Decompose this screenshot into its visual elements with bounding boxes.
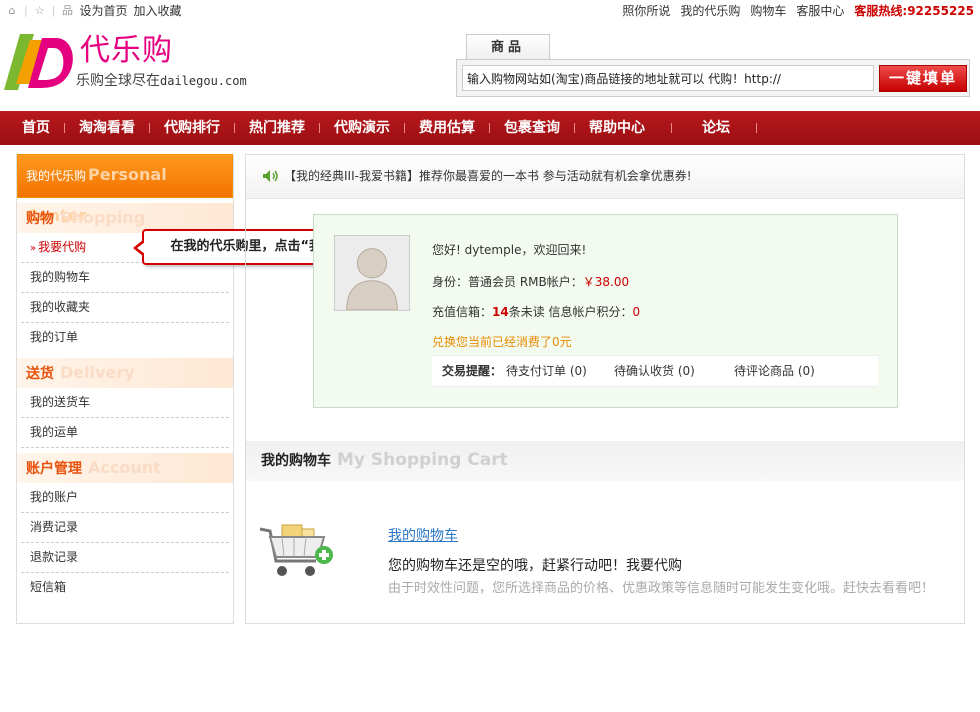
account-balance: ￥38.00 xyxy=(582,275,630,289)
nav-hot[interactable]: 热门推荐 xyxy=(235,111,319,145)
notice-bar: 【我的经典III-我爱书籍】推荐你最喜爱的一本书 参与活动就有机会拿优惠券! xyxy=(246,155,964,199)
pending-payment-link[interactable]: 待支付订单 (0) xyxy=(506,356,587,386)
logo-icon[interactable] xyxy=(4,34,76,90)
set-home-link[interactable]: 设为首页 xyxy=(79,2,127,19)
nav-home[interactable]: 首页 xyxy=(8,111,64,145)
cart-section-header: 我的购物车 My Shopping Cart xyxy=(246,441,964,481)
sidebar-header-title: 我的代乐购 xyxy=(26,169,87,183)
quick-fill-button[interactable]: 一键填单 xyxy=(879,65,967,92)
pending-review-link[interactable]: 待评论商品 (0) xyxy=(734,356,815,386)
top-bar-left: ⌂ | ☆ | 品 设为首页 加入收藏 xyxy=(6,2,182,19)
trade-label: 交易提醒： xyxy=(442,364,503,378)
top-link-guide[interactable]: 照你所说 xyxy=(622,2,670,19)
inbox-label: 充值信箱： xyxy=(432,305,493,319)
sidebar-item-cart[interactable]: 我的购物车 xyxy=(21,263,229,293)
shopping-cart-icon xyxy=(259,524,333,576)
sidebar-item-waybills[interactable]: 我的运单 xyxy=(21,418,229,448)
section-title: 购物 xyxy=(26,211,54,227)
slogan: 乐购全球尽在dailegou.com xyxy=(76,72,247,90)
home-icon[interactable]: ⌂ xyxy=(6,4,18,17)
avatar[interactable] xyxy=(334,235,410,311)
main-nav: 首页 淘淘看看 代购排行 热门推荐 代购演示 费用估算 包裹查询 帮助中心 论坛 xyxy=(0,111,980,145)
sidebar-section-account: 账户管理 Account xyxy=(17,453,233,483)
nav-estimate[interactable]: 费用估算 xyxy=(405,111,489,145)
slogan-text: 乐购全球尽在 xyxy=(76,73,160,89)
identity-label: 身份：普通会员 RMB帐户： xyxy=(432,275,583,289)
my-cart-link[interactable]: 我的购物车 xyxy=(388,525,458,545)
section-subtitle: Shopping xyxy=(60,208,146,227)
sidebar-item-delivery-cart[interactable]: 我的送货车 xyxy=(21,388,229,418)
user-inbox: 充值信箱：14条未读 信息帐户积分：0 xyxy=(432,303,640,320)
section-subtitle: Delivery xyxy=(60,363,135,382)
divider: | xyxy=(51,4,56,17)
top-link-service[interactable]: 客服中心 xyxy=(796,2,844,19)
favorite-icon[interactable]: ☆ xyxy=(34,4,46,17)
sidebar-header: 我的代乐购Personal Center xyxy=(17,154,233,225)
nav-parcel[interactable]: 包裹查询 xyxy=(490,111,574,145)
cart-title: 我的购物车 xyxy=(261,453,331,469)
user-greeting: 您好! dytemple，欢迎回来! xyxy=(432,243,587,257)
speaker-icon xyxy=(263,170,278,182)
sidebar: 我的代乐购Personal Center 购物 Shopping »我要代购 我的… xyxy=(16,154,234,624)
section-subtitle: Account xyxy=(88,458,161,477)
nav-forum[interactable]: 论坛 xyxy=(672,111,756,145)
user-info-box: 您好! dytemple，欢迎回来! 身份：普通会员 RMB帐户：￥38.00 … xyxy=(313,214,898,408)
exchange-info[interactable]: 兑换您当前已经消费了0元 xyxy=(432,333,572,350)
sidebar-item-spending-records[interactable]: 消费记录 xyxy=(21,513,229,543)
unread-count[interactable]: 14 xyxy=(492,305,509,319)
sidebar-section-delivery: 送货 Delivery xyxy=(17,358,233,388)
notice-text[interactable]: 【我的经典III-我爱书籍】推荐你最喜爱的一本书 参与活动就有机会拿优惠券! xyxy=(284,169,692,183)
top-link-cart[interactable]: 购物车 xyxy=(750,2,786,19)
brand-name: 代乐购 xyxy=(80,33,173,68)
nav-help[interactable]: 帮助中心 xyxy=(575,111,671,145)
trade-reminder: 交易提醒： 待支付订单 (0) 待确认收货 (0) 待评论商品 (0) xyxy=(432,355,878,387)
bookmark-link[interactable]: 加入收藏 xyxy=(133,2,181,19)
top-bar: ⌂ | ☆ | 品 设为首页 加入收藏 照你所说 我的代乐购 购物车 客服中心 客服… xyxy=(0,0,980,20)
pending-receipt-link[interactable]: 待确认收货 (0) xyxy=(614,356,695,386)
product-url-input[interactable] xyxy=(462,65,874,91)
nav-divider xyxy=(756,123,757,133)
domain-text: dailegou.com xyxy=(160,74,247,88)
inbox-suffix: 条未读 信息帐户积分： xyxy=(508,305,633,319)
callout-pointer-inner xyxy=(137,242,145,254)
cart-note: 由于时效性问题，您所选择商品的价格、优惠政策等信息随时可能发生变化哦。赶快去看看… xyxy=(388,581,935,596)
points-value: 0 xyxy=(632,305,641,319)
main-content: 【我的经典III-我爱书籍】推荐你最喜爱的一本书 参与活动就有机会拿优惠券! 您… xyxy=(245,154,965,624)
sidebar-item-favorites[interactable]: 我的收藏夹 xyxy=(21,293,229,323)
hotline: 客服热线:92255225 xyxy=(854,4,974,18)
cart-subtitle: My Shopping Cart xyxy=(337,450,508,470)
sidebar-item-label: 我要代购 xyxy=(38,240,87,254)
sidebar-item-account[interactable]: 我的账户 xyxy=(21,483,229,513)
top-link-my-account[interactable]: 我的代乐购 xyxy=(680,2,740,19)
tab-products[interactable]: 商品 xyxy=(466,34,550,60)
nav-demo[interactable]: 代购演示 xyxy=(320,111,404,145)
nav-ranking[interactable]: 代购排行 xyxy=(150,111,234,145)
sitemap-icon[interactable]: 品 xyxy=(61,4,73,17)
nav-browse[interactable]: 淘淘看看 xyxy=(65,111,149,145)
section-title: 账户管理 xyxy=(26,461,82,477)
top-bar-right: 照你所说 我的代乐购 购物车 客服中心 客服热线:92255225 xyxy=(622,2,974,19)
search-box: 一键填单 xyxy=(456,59,970,97)
section-title: 送货 xyxy=(26,366,54,382)
user-identity: 身份：普通会员 RMB帐户：￥38.00 xyxy=(432,273,629,290)
sidebar-item-orders[interactable]: 我的订单 xyxy=(21,323,229,353)
sidebar-item-refund-records[interactable]: 退款记录 xyxy=(21,543,229,573)
sidebar-item-messages[interactable]: 短信箱 xyxy=(21,573,229,603)
chevron-right-icon: » xyxy=(30,243,37,254)
cart-empty-message: 您的购物车还是空的哦，赶紧行动吧！我要代购 xyxy=(388,558,682,574)
divider: | xyxy=(24,4,28,17)
